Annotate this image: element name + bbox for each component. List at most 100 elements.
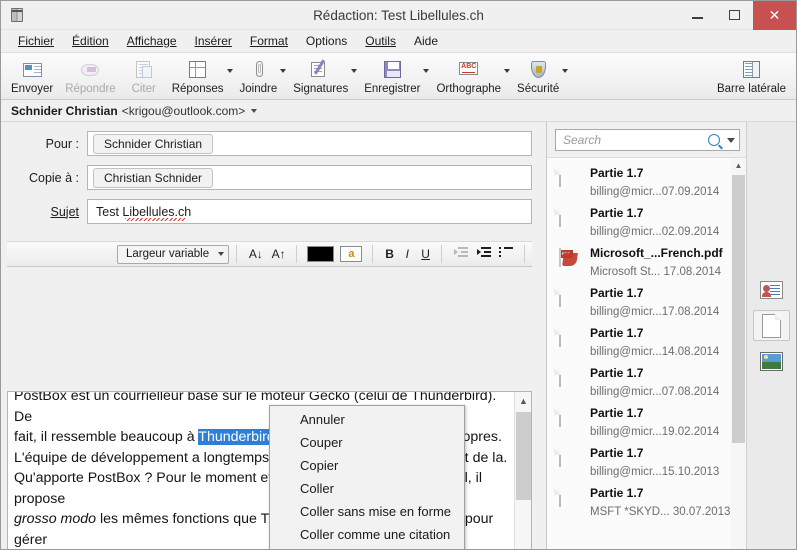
- toolbar-button-joindre[interactable]: Joindre: [234, 54, 284, 99]
- orthographe-dropdown-icon[interactable]: [504, 69, 511, 73]
- context-menu-item-coller[interactable]: Coller: [270, 477, 464, 500]
- file-icon: [559, 208, 581, 235]
- context-menu-item-supprimer[interactable]: Supprimer: [270, 546, 464, 549]
- list-item[interactable]: Partie 1.7 billing@micr...07.08.2014: [547, 362, 731, 402]
- contacts-icon: [759, 280, 783, 299]
- list-item-meta: billing@micr...19.02.2014: [590, 426, 720, 438]
- list-item[interactable]: Partie 1.7 billing@micr...02.09.2014: [547, 202, 731, 242]
- menu-inserer[interactable]: Insérer: [186, 32, 241, 50]
- list-item-name: Partie 1.7: [590, 486, 644, 500]
- menu-fichier[interactable]: Fichier: [9, 32, 63, 50]
- highlight-color-swatch[interactable]: a: [340, 246, 363, 262]
- magnifier-icon[interactable]: [708, 134, 720, 146]
- toolbar-button-enregistrer[interactable]: Enregistrer: [358, 54, 426, 99]
- scroll-up-icon[interactable]: ▲: [731, 158, 746, 173]
- outdent-button[interactable]: [449, 247, 472, 261]
- maximize-button[interactable]: [716, 1, 753, 30]
- sidebar-tab-images[interactable]: [753, 346, 790, 377]
- identity-row[interactable]: Schnider Christian <krigou@outlook.com>: [1, 100, 796, 122]
- context-menu-label: Copier: [300, 458, 339, 473]
- context-menu-item-coller-sans-mise-en-forme[interactable]: Coller sans mise en forme: [270, 500, 464, 523]
- context-menu-item-couper[interactable]: Couper: [270, 431, 464, 454]
- toolbar-button-orthographe[interactable]: ABC Orthographe: [430, 54, 507, 99]
- toolbar-label-orthographe: Orthographe: [436, 82, 502, 95]
- menu-aide[interactable]: Aide: [405, 32, 447, 50]
- toolbar-button-repondre[interactable]: Répondre: [59, 54, 122, 99]
- joindre-dropdown-icon[interactable]: [280, 69, 287, 73]
- context-menu-item-copier[interactable]: Copier: [270, 454, 464, 477]
- menu-format-label: Format: [249, 34, 288, 48]
- scroll-up-icon[interactable]: ▲: [515, 392, 531, 409]
- list-item-name: Partie 1.7: [590, 366, 644, 380]
- enregistrer-dropdown-icon[interactable]: [423, 69, 430, 73]
- menu-outils[interactable]: Outils: [356, 32, 405, 50]
- sidebar-tab-contacts[interactable]: [753, 274, 790, 305]
- toolbar-button-securite[interactable]: Sécurité: [511, 54, 565, 99]
- recipient-pill-pour[interactable]: Schnider Christian: [93, 133, 214, 154]
- right-sidebar: Search Partie 1.7 billing@micr...07.09.2…: [546, 122, 796, 549]
- italic-button[interactable]: I: [398, 247, 416, 261]
- list-item[interactable]: Partie 1.7 billing@micr...17.08.2014: [547, 282, 731, 322]
- title-bar: Rédaction: Test Libellules.ch ✕: [1, 1, 796, 30]
- file-icon: [559, 328, 581, 355]
- toolbar-button-envoyer[interactable]: Envoyer: [5, 54, 59, 99]
- securite-dropdown-icon[interactable]: [562, 69, 569, 73]
- sidebar-results-list: Partie 1.7 billing@micr...07.09.2014 Par…: [547, 158, 731, 549]
- field-input-copie[interactable]: Christian Schnider: [87, 165, 532, 190]
- toolbar-label-reponses: Réponses: [171, 82, 224, 95]
- identity-address: <krigou@outlook.com>: [121, 103, 246, 118]
- scroll-thumb[interactable]: [516, 412, 531, 500]
- bullet-list-icon: [499, 247, 514, 258]
- indent-button[interactable]: [472, 247, 495, 261]
- toolbar-button-citer[interactable]: Citer: [122, 54, 166, 99]
- underline-button[interactable]: U: [416, 247, 434, 261]
- body-scrollbar[interactable]: ▲ ▼: [514, 392, 531, 549]
- width-select[interactable]: Largeur variable: [117, 244, 229, 264]
- list-item[interactable]: Partie 1.7 billing@micr...15.10.2013: [547, 442, 731, 482]
- context-menu-label: Coller: [300, 481, 334, 496]
- font-smaller-button[interactable]: A↓: [244, 247, 267, 261]
- chevron-down-icon[interactable]: [727, 137, 735, 143]
- toolbar-button-signatures[interactable]: Signatures: [287, 54, 354, 99]
- list-item-text: Partie 1.7 MSFT *SKYD... 30.07.2013: [590, 484, 731, 520]
- list-item[interactable]: Partie 1.7 MSFT *SKYD... 30.07.2013: [547, 482, 731, 522]
- mailbox-icon: [9, 7, 25, 23]
- signatures-dropdown-icon[interactable]: [351, 69, 358, 73]
- toolbar-button-reponses[interactable]: Réponses: [166, 54, 230, 99]
- font-larger-button[interactable]: A↑: [267, 247, 290, 261]
- search-input[interactable]: Search: [555, 129, 740, 151]
- pdf-icon: [559, 248, 581, 275]
- list-item[interactable]: Microsoft_...French.pdf Microsoft St... …: [547, 242, 731, 282]
- field-input-pour[interactable]: Schnider Christian: [87, 131, 532, 156]
- list-item[interactable]: Partie 1.7 billing@micr...14.08.2014: [547, 322, 731, 362]
- recipient-pill-copie[interactable]: Christian Schnider: [93, 167, 214, 188]
- body-italic-phrase: grosso modo: [14, 511, 97, 527]
- identity-dropdown-icon[interactable]: [251, 108, 258, 113]
- text-color-swatch[interactable]: [307, 246, 335, 262]
- toolbar-button-barre-laterale[interactable]: Barre latérale: [711, 54, 792, 99]
- list-item-text: Partie 1.7 billing@micr...19.02.2014: [590, 404, 731, 440]
- menu-affichage[interactable]: Affichage: [118, 32, 186, 50]
- bold-button[interactable]: B: [380, 247, 398, 261]
- bullet-list-button[interactable]: [494, 247, 517, 261]
- context-menu-item-annuler[interactable]: Annuler: [270, 408, 464, 431]
- sidebar-tab-documents[interactable]: [752, 310, 790, 341]
- reponses-dropdown-icon[interactable]: [226, 69, 233, 73]
- minimize-button[interactable]: [679, 1, 716, 30]
- close-button[interactable]: ✕: [753, 1, 796, 30]
- scroll-thumb[interactable]: [732, 175, 745, 443]
- context-menu-item-coller-comme-une-citation[interactable]: Coller comme une citation: [270, 523, 464, 546]
- sidebar-icon: [741, 59, 762, 81]
- list-item-meta: billing@micr...17.08.2014: [590, 306, 720, 318]
- menu-options[interactable]: Options: [297, 32, 356, 50]
- menu-format[interactable]: Format: [241, 32, 297, 50]
- compose-pane: Pour : Schnider Christian Copie à : Chri…: [1, 122, 546, 549]
- list-item-text: Partie 1.7 billing@micr...15.10.2013: [590, 444, 731, 480]
- field-input-sujet[interactable]: Test Libellules.ch: [87, 199, 532, 224]
- list-item[interactable]: Partie 1.7 billing@micr...19.02.2014: [547, 402, 731, 442]
- sidebar-scrollbar[interactable]: ▲ ▼: [731, 158, 746, 549]
- sidebar-panel: Search Partie 1.7 billing@micr...07.09.2…: [546, 122, 746, 549]
- list-item[interactable]: Partie 1.7 billing@micr...07.09.2014: [547, 162, 731, 202]
- quote-icon: [133, 59, 154, 81]
- menu-edition[interactable]: Édition: [63, 32, 118, 50]
